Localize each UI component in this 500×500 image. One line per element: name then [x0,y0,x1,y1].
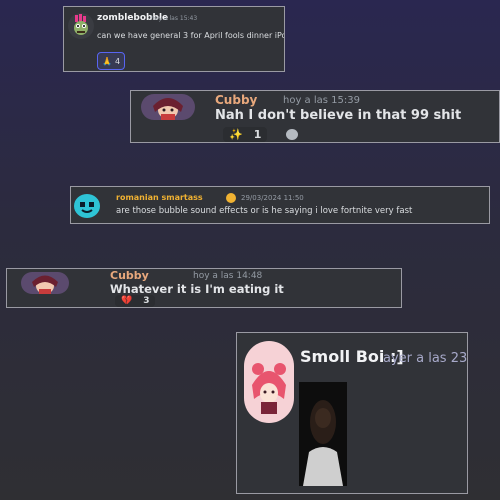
zombie-avatar-icon[interactable] [68,13,94,39]
reaction-count: 4 [114,56,121,66]
cyan-face-avatar-icon[interactable] [74,194,100,218]
message-text: Nah I don't believe in that 99 shit [215,108,462,123]
message-timestamp: hoy a las 15:39 [283,95,360,106]
reaction-pray[interactable]: 🙏 4 [97,52,126,70]
pray-emoji-icon: 🙏 [102,56,112,66]
message-timestamp: hoy a las 14:48 [193,271,263,281]
anime-avatar-icon[interactable] [21,272,69,294]
message-card-cubby-2: Cubby hoy a las 14:48 Whatever it is I'm… [6,268,402,308]
message-text: are those bubble sound effects or is he … [116,206,413,216]
message-text: Whatever it is I'm eating it [110,282,284,296]
message-text-body: can we have general 3 for April fools di… [97,31,285,40]
message-card-smoll-boi: Smoll Boi :] ayer a las 23:48 [236,332,468,494]
message-author[interactable]: Cubby [110,269,149,282]
add-reaction-icon[interactable] [286,129,298,140]
anime-avatar-icon[interactable] [141,94,195,120]
reaction-count: 1 [253,128,262,141]
message-author[interactable]: Cubby [215,93,257,107]
message-timestamp: 29/03/2024 11:50 [241,194,304,202]
photo-attachment-icon[interactable] [299,382,347,486]
nitro-badge-icon [226,193,236,203]
message-text: can we have general 3 for April fools di… [97,31,285,40]
message-card-cubby-1: Cubby hoy a las 15:39 Nah I don't believ… [130,90,500,143]
message-timestamp: hoy a las 15:43 [151,15,198,22]
reaction-count: 3 [143,296,150,306]
pink-hair-avatar-icon[interactable] [244,341,294,423]
message-timestamp: ayer a las 23:48 [383,351,468,366]
reaction-broken-heart[interactable]: 💔 3 [115,295,156,307]
message-author[interactable]: romanian smartass [116,193,203,202]
sparkles-emoji-icon: ✨ [229,128,243,141]
broken-heart-emoji-icon: 💔 [121,296,133,306]
message-card-romanian-smartass: romanian smartass 29/03/2024 11:50 are t… [70,186,490,224]
message-card-zomblebobble: zomblebobble hoy a las 15:43 can we have… [63,6,285,72]
reaction-sparkles[interactable]: ✨ 1 [223,127,268,142]
